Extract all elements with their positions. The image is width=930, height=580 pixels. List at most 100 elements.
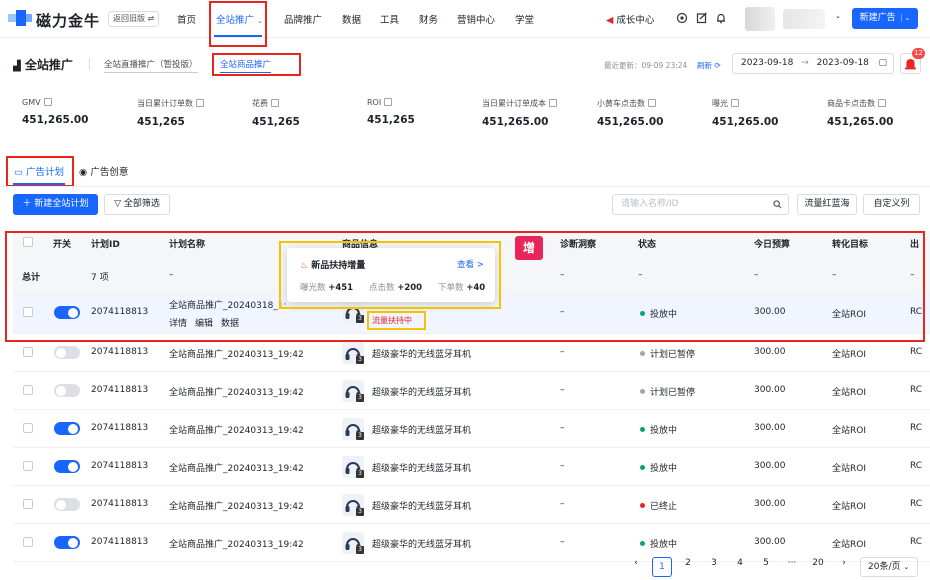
page-2[interactable]: 2 bbox=[678, 558, 698, 568]
row-plan-id: 2074118813 bbox=[91, 423, 149, 433]
row-switch-toggle[interactable] bbox=[54, 536, 80, 549]
row-plan-name[interactable]: 全站商品推广_20240313_19:42 bbox=[169, 461, 304, 474]
info-icon[interactable] bbox=[648, 99, 656, 107]
row-checkbox[interactable] bbox=[23, 347, 33, 357]
status-dot bbox=[640, 389, 645, 394]
row-budget: 300.00 bbox=[754, 461, 786, 471]
prev-page-button[interactable]: ‹ bbox=[626, 558, 646, 568]
growth-center-link[interactable]: ◀ 成长中心 bbox=[606, 12, 654, 26]
status-dot bbox=[640, 351, 645, 356]
date-range-picker[interactable]: 2023-09-18 → 2023-09-18 ▢ bbox=[732, 53, 894, 74]
chevron-down-icon: ⌄ bbox=[900, 14, 911, 22]
nav-home[interactable]: 首页 bbox=[177, 12, 196, 26]
search-input[interactable]: 请输入名称/ID bbox=[612, 194, 789, 215]
row-switch-toggle[interactable] bbox=[54, 460, 80, 473]
toggle-knob bbox=[56, 499, 66, 510]
nav-data[interactable]: 数据 bbox=[342, 12, 361, 26]
bulb-icon: ◉ bbox=[79, 167, 88, 178]
growth-icon: ◀ bbox=[606, 15, 614, 26]
info-icon[interactable] bbox=[878, 99, 886, 107]
row-checkbox[interactable] bbox=[23, 461, 33, 471]
row-status: 投放中 bbox=[640, 537, 677, 550]
info-icon[interactable] bbox=[384, 98, 393, 106]
old-version-button[interactable]: 返回旧版 ⇌ bbox=[108, 11, 160, 27]
nav-tools[interactable]: 工具 bbox=[380, 12, 399, 26]
product-thumbnail[interactable]: 3 bbox=[342, 532, 364, 554]
row-extra: RC bbox=[910, 461, 923, 471]
subtab-live-promo[interactable]: 全站直播推广（暂投版） bbox=[104, 58, 198, 73]
toggle-knob bbox=[68, 537, 78, 548]
thumb-count-badge: 3 bbox=[356, 394, 364, 402]
product-thumbnail[interactable]: 3 bbox=[342, 418, 364, 440]
thumb-count-badge: 3 bbox=[356, 432, 364, 440]
info-icon[interactable] bbox=[43, 98, 52, 106]
info-icon[interactable] bbox=[549, 99, 557, 107]
row-checkbox[interactable] bbox=[23, 385, 33, 395]
product-thumbnail[interactable]: 3 bbox=[342, 380, 364, 402]
row-plan-name[interactable]: 全站商品推广_20240313_19:42 bbox=[169, 423, 304, 436]
row-target: 全站ROI bbox=[832, 540, 866, 550]
search-icon[interactable] bbox=[773, 200, 782, 209]
row-switch-toggle[interactable] bbox=[54, 346, 80, 359]
row-plan-id: 2074118813 bbox=[91, 461, 149, 471]
row-product-name: 超级豪华的无线蓝牙耳机 bbox=[372, 388, 472, 398]
nav-marketing[interactable]: 营销中心 bbox=[457, 12, 495, 26]
row-plan-name[interactable]: 全站商品推广_20240313_19:42 bbox=[169, 347, 304, 360]
row-checkbox[interactable] bbox=[23, 499, 33, 509]
toggle-knob bbox=[68, 423, 78, 434]
nav-school[interactable]: 学堂 bbox=[515, 12, 534, 26]
chart-icon: ▟ bbox=[13, 61, 21, 72]
filter-button[interactable]: ▽ 全部筛选 bbox=[104, 194, 170, 215]
row-checkbox[interactable] bbox=[23, 423, 33, 433]
row-diagnosis: – bbox=[560, 423, 565, 433]
page-size-select[interactable]: 20条/页 ⌄ bbox=[860, 557, 918, 577]
row-plan-name[interactable]: 全站商品推广_20240313_19:42 bbox=[169, 499, 304, 512]
traffic-ocean-button[interactable]: 流量红蓝海 bbox=[797, 194, 857, 215]
status-dot bbox=[640, 503, 645, 508]
row-plan-name[interactable]: 全站商品推广_20240313_19:42 bbox=[169, 385, 304, 398]
status-dot bbox=[640, 465, 645, 470]
nav-brand-promo[interactable]: 品牌推广 bbox=[284, 12, 322, 26]
target-icon[interactable] bbox=[676, 12, 688, 24]
table-row bbox=[13, 372, 930, 410]
row-extra: RC bbox=[910, 385, 923, 395]
page-4[interactable]: 4 bbox=[730, 558, 750, 568]
increase-tag: 增 bbox=[515, 236, 543, 260]
row-switch-toggle[interactable] bbox=[54, 384, 80, 397]
info-icon[interactable] bbox=[271, 99, 279, 107]
new-plan-button[interactable]: ＋ 新建全站计划 bbox=[13, 194, 98, 215]
custom-columns-button[interactable]: 自定义列 bbox=[863, 194, 920, 215]
bell-icon[interactable] bbox=[715, 12, 727, 24]
product-thumbnail[interactable]: 3 bbox=[342, 342, 364, 364]
row-budget: 300.00 bbox=[754, 499, 786, 509]
new-ad-button[interactable]: 新建广告 ⌄ bbox=[852, 8, 918, 29]
page-5[interactable]: 5 bbox=[756, 558, 776, 568]
row-plan-name[interactable]: 全站商品推广_20240313_19:42 bbox=[169, 537, 304, 550]
logo-text: 磁力金牛 bbox=[36, 12, 101, 30]
toggle-knob bbox=[56, 385, 66, 396]
product-thumbnail[interactable]: 3 bbox=[342, 494, 364, 516]
avatar[interactable] bbox=[745, 7, 775, 31]
metric-orders: 当日累计订单数 451,265 bbox=[137, 98, 247, 128]
row-switch-toggle[interactable] bbox=[54, 422, 80, 435]
page-20[interactable]: 20 bbox=[808, 558, 828, 568]
page-ellipsis: ··· bbox=[787, 558, 797, 568]
refresh-button[interactable]: 刷新 ⟳ bbox=[697, 60, 721, 71]
row-switch-toggle[interactable] bbox=[54, 498, 80, 511]
info-icon[interactable] bbox=[731, 99, 739, 107]
edit-icon[interactable] bbox=[696, 12, 708, 24]
next-page-button[interactable]: › bbox=[834, 558, 854, 568]
tab-ad-creative[interactable]: ◉ 广告创意 bbox=[79, 164, 128, 178]
top-nav: 磁力金牛 返回旧版 ⇌ 首页 全站推广 ⌄ 品牌推广 数据 工具 财务 营销中心… bbox=[0, 0, 930, 47]
nav-finance[interactable]: 财务 bbox=[419, 12, 438, 26]
page-3[interactable]: 3 bbox=[704, 558, 724, 568]
info-icon[interactable] bbox=[196, 99, 204, 107]
chevron-down-icon[interactable]: ⌄ bbox=[835, 12, 841, 20]
row-status: 计划已暂停 bbox=[640, 347, 695, 360]
row-checkbox[interactable] bbox=[23, 537, 33, 547]
page-1[interactable]: 1 bbox=[652, 557, 672, 577]
product-thumbnail[interactable]: 3 bbox=[342, 456, 364, 478]
row-status: 投放中 bbox=[640, 423, 677, 436]
row-extra: RC bbox=[910, 537, 923, 547]
row-target: 全站ROI bbox=[832, 426, 866, 436]
